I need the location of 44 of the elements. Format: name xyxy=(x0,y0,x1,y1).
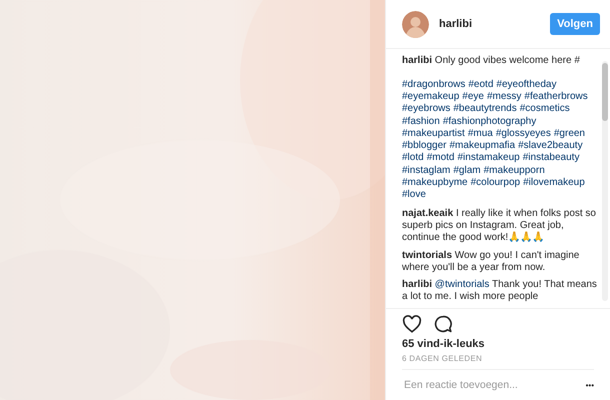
hashtag-link[interactable]: #eyeoftheday xyxy=(496,78,556,91)
hashtag-link[interactable]: #mua xyxy=(468,128,493,140)
comment-field[interactable]: Een reactie toevoegen... xyxy=(402,378,586,392)
hashtag-link[interactable]: #slave2beauty xyxy=(518,140,583,152)
hashtag-link[interactable]: #fashion xyxy=(402,116,440,128)
heart-icon[interactable] xyxy=(402,315,422,333)
hashtag-link[interactable]: #lotd xyxy=(402,152,424,165)
hashtag-link[interactable]: #eyebrows xyxy=(402,103,450,116)
hashtag-link[interactable]: #love xyxy=(402,189,426,202)
hashtag-link[interactable]: #bblogger xyxy=(402,140,446,152)
hashtag-link[interactable]: #beautytrends xyxy=(453,103,517,116)
hashtag-link[interactable]: #eye xyxy=(462,90,484,104)
mention-link[interactable]: @twintorials xyxy=(434,279,490,290)
hashtag-link[interactable]: #makeupmafia xyxy=(449,140,516,152)
hashtag-link[interactable]: #fashionphotography xyxy=(442,116,536,128)
caption-text: harlibi Only good vibes welcome here # xyxy=(402,55,581,68)
hashtag-link[interactable]: #makeupbyme xyxy=(402,177,468,190)
hashtag-link[interactable]: #motd xyxy=(426,152,454,165)
hashtag-link[interactable]: #dragonbrows xyxy=(402,78,466,91)
more-button[interactable]: ••• xyxy=(586,380,594,390)
hashtag-link[interactable]: #glossyeyes xyxy=(496,128,551,140)
username[interactable]: harlibi xyxy=(439,18,540,30)
hashtag-link[interactable]: #instabeauty xyxy=(522,152,580,165)
post-date: 6 DAGEN GELEDEN xyxy=(401,353,484,365)
hashtag-link[interactable]: #green xyxy=(554,128,585,140)
hashtag-link[interactable]: #featherbrows xyxy=(524,90,588,104)
avatar[interactable] xyxy=(402,10,429,38)
hashtag-link[interactable]: #instamakeup xyxy=(457,152,520,165)
hashtag-link[interactable]: #cosmetics xyxy=(520,103,570,116)
hashtag-link[interactable]: #messy xyxy=(486,90,522,104)
scrollbar[interactable] xyxy=(602,61,608,302)
comment-icon[interactable] xyxy=(434,315,452,333)
hashtag-link[interactable]: #glam xyxy=(453,164,481,178)
hashtag-link[interactable]: #makeupartist xyxy=(402,128,465,140)
hashtag-link[interactable]: #makeupporn xyxy=(484,164,545,178)
hashtag-link[interactable]: #colourpop xyxy=(470,177,520,190)
comment-text: twintorials Wow go you! I can't imagine where you'll be a year from now. xyxy=(402,250,580,274)
hashtag-link[interactable]: #ilovemakeup xyxy=(523,177,585,190)
hashtag-link[interactable]: #eyemakeup xyxy=(402,90,460,104)
comment-text: najat.keaik I really like it when folks post so superb pics on Instagram. Great job, continue the good work!🙏🙏🙏 xyxy=(402,208,597,245)
comment-text: harlibi @twintorials Thank you! That means a lot to me. I wish more people xyxy=(402,279,598,304)
hashtag-link[interactable]: #instaglam xyxy=(402,164,450,178)
like-count[interactable]: 65 vind-ik-leuks xyxy=(386,335,610,353)
hashtag-link[interactable]: #eotd xyxy=(468,78,494,91)
